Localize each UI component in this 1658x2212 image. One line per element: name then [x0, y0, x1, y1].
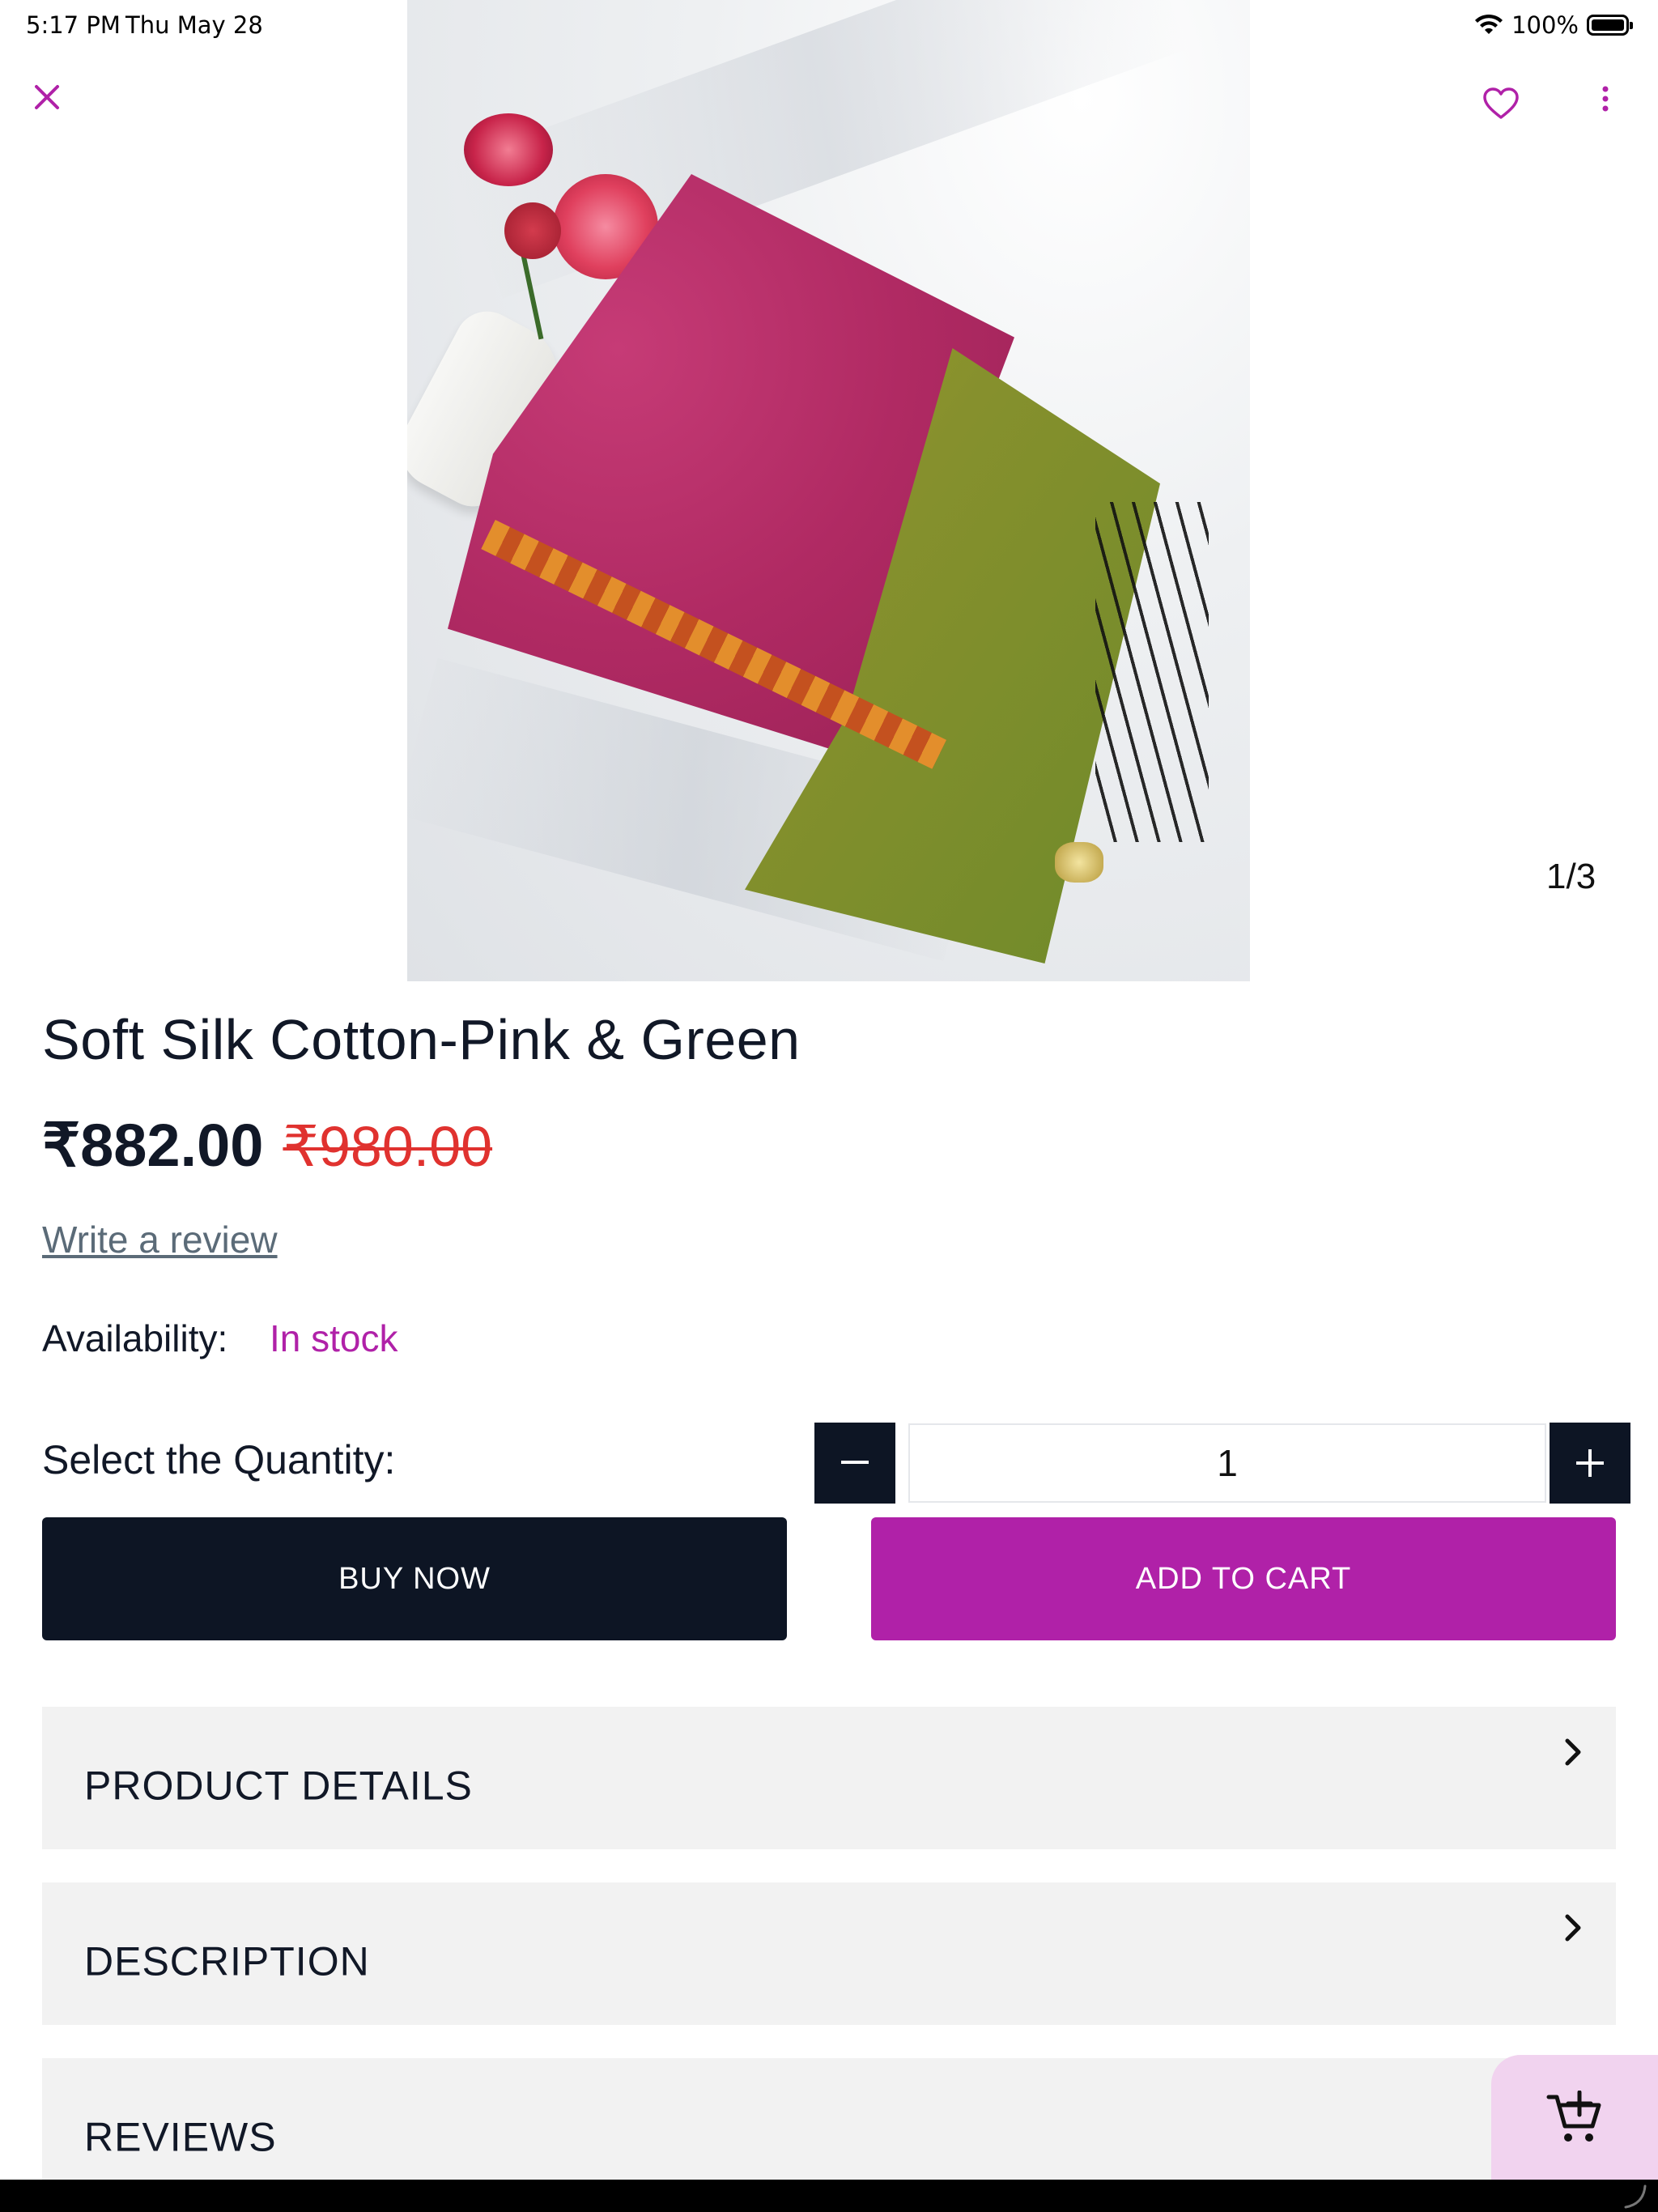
quantity-label: Select the Quantity:	[42, 1437, 396, 1482]
write-review-link[interactable]: Write a review	[42, 1218, 278, 1261]
more-options-button[interactable]	[1583, 74, 1628, 123]
heart-icon	[1483, 87, 1519, 119]
battery-icon	[1587, 15, 1633, 36]
image-counter: 1/3	[1546, 857, 1596, 896]
cart-add-icon	[1546, 2091, 1601, 2142]
availability-status: In stock	[270, 1317, 398, 1359]
favorite-button[interactable]	[1477, 79, 1525, 128]
section-description[interactable]: DESCRIPTION	[42, 1882, 1616, 2025]
wifi-icon	[1475, 14, 1503, 34]
availability-label: Availability:	[42, 1317, 228, 1359]
more-vertical-icon	[1602, 86, 1609, 112]
floating-cart-button[interactable]	[1491, 2055, 1658, 2181]
minus-icon	[841, 1461, 869, 1464]
status-time: 5:17 PM	[26, 11, 121, 39]
battery-percent: 100%	[1511, 11, 1579, 39]
product-image[interactable]	[407, 0, 1250, 981]
chevron-right-icon	[1565, 1738, 1581, 1766]
image-viewer[interactable]: 1/3	[0, 0, 1658, 981]
status-date: Thu May 28	[125, 11, 263, 39]
section-label: REVIEWS	[84, 2114, 277, 2160]
plus-icon	[1576, 1449, 1604, 1477]
close-button[interactable]	[23, 73, 71, 121]
buy-now-button[interactable]: BUY NOW	[42, 1517, 787, 1640]
status-right: 100%	[1474, 11, 1633, 39]
price-row: ₹882.00 ₹980.00	[42, 1111, 492, 1180]
quantity-increase-button[interactable]	[1550, 1423, 1630, 1504]
section-label: DESCRIPTION	[84, 1938, 370, 1984]
status-bar: 5:17 PM Thu May 28 100%	[0, 0, 1658, 52]
home-indicator-bar	[0, 2180, 1658, 2212]
product-title: Soft Silk Cotton-Pink & Green	[42, 1008, 801, 1071]
chevron-right-icon	[1565, 1914, 1581, 1942]
section-reviews[interactable]: REVIEWS	[42, 2058, 1616, 2180]
section-product-details[interactable]: PRODUCT DETAILS	[42, 1707, 1616, 1849]
section-label: PRODUCT DETAILS	[84, 1763, 473, 1809]
price-current: ₹882.00	[42, 1112, 264, 1179]
add-to-cart-button[interactable]: ADD TO CART	[871, 1517, 1616, 1640]
scroll-indicator-icon	[1624, 2184, 1647, 2209]
price-original: ₹980.00	[283, 1115, 493, 1178]
quantity-input[interactable]	[908, 1423, 1546, 1503]
close-icon	[35, 85, 59, 109]
quantity-decrease-button[interactable]	[814, 1423, 895, 1504]
